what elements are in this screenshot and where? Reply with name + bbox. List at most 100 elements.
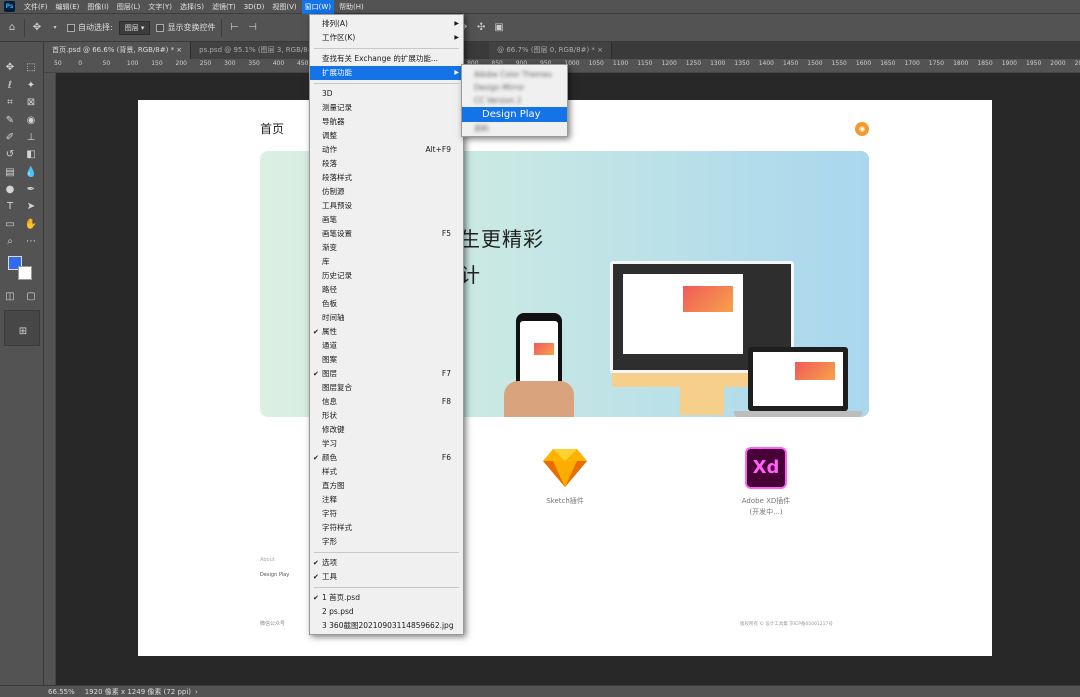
- auto-select-toggle[interactable]: 自动选择:: [67, 22, 113, 33]
- window-menu-item[interactable]: 直方图: [310, 479, 463, 493]
- window-menu-item[interactable]: 图案: [310, 353, 463, 367]
- window-menu-item[interactable]: 排列(A) ▶: [310, 17, 463, 31]
- zoom-level[interactable]: 66.55%: [48, 688, 75, 696]
- window-menu-item[interactable]: 工具预设: [310, 199, 463, 213]
- extension-menu-item[interactable]: Design Mirror: [462, 81, 567, 95]
- menu-view[interactable]: 视图(V): [269, 0, 299, 14]
- menu-type[interactable]: 文字(Y): [145, 0, 175, 14]
- window-menu-item[interactable]: 仿制源: [310, 185, 463, 199]
- eyedropper-icon[interactable]: ✎: [3, 114, 17, 128]
- window-menu-item[interactable]: 历史记录: [310, 269, 463, 283]
- extension-menu-item[interactable]: CC Version 2: [462, 94, 567, 108]
- window-menu-item[interactable]: 段落样式: [310, 171, 463, 185]
- chevron-right-icon[interactable]: ›: [195, 688, 198, 696]
- window-menu-item[interactable]: 形状: [310, 409, 463, 423]
- window-menu-item[interactable]: 渐变: [310, 241, 463, 255]
- tab-third[interactable]: @ 66.7% (图层 0, RGB/8#) * ×: [489, 42, 612, 59]
- window-menu-item[interactable]: 样式: [310, 465, 463, 479]
- extension-menu-item[interactable]: 资料: [462, 122, 567, 136]
- home-icon[interactable]: ⌂: [6, 22, 18, 34]
- footer-link[interactable]: Design Play: [260, 572, 289, 578]
- menu-file[interactable]: 文件(F): [21, 0, 51, 14]
- more-tools-icon[interactable]: ⋯: [24, 235, 38, 249]
- window-menu-item[interactable]: 3 360截图20210903114859662.jpg: [310, 619, 463, 633]
- crop-tool-icon[interactable]: ⌗: [3, 96, 17, 110]
- menu-edit[interactable]: 编辑(E): [53, 0, 83, 14]
- menu-window[interactable]: 窗口(W): [301, 0, 335, 14]
- shape-tool-icon[interactable]: ▭: [3, 218, 17, 232]
- 3d-slide-icon[interactable]: ✣: [475, 22, 487, 34]
- panel-icon[interactable]: ⊞: [16, 325, 30, 339]
- frame-tool-icon[interactable]: ⊠: [24, 96, 38, 110]
- window-menu-item[interactable]: ✔ 颜色 F6: [310, 451, 463, 465]
- move-tool-icon[interactable]: ✥: [3, 61, 17, 75]
- marquee-tool-icon[interactable]: ⬚: [24, 61, 38, 75]
- history-brush-icon[interactable]: ↺: [3, 148, 17, 162]
- tab-home-psd[interactable]: 首页.psd @ 66.6% (背景, RGB/8#) * ×: [44, 42, 192, 59]
- window-menu-item[interactable]: ✔ 1 首页.psd: [310, 591, 463, 605]
- window-menu-item[interactable]: 段落: [310, 157, 463, 171]
- window-menu-item[interactable]: 修改键: [310, 423, 463, 437]
- window-menu-item[interactable]: ✔ 图层 F7: [310, 367, 463, 381]
- window-menu-item[interactable]: 动作 Alt+F9: [310, 143, 463, 157]
- menu-image[interactable]: 图像(I): [84, 0, 112, 14]
- window-menu-item[interactable]: ✔ 工具: [310, 570, 463, 584]
- gradient-tool-icon[interactable]: ▤: [3, 166, 17, 180]
- window-menu-item[interactable]: 扩展功能 ▶: [310, 66, 463, 80]
- path-select-icon[interactable]: ➤: [24, 200, 38, 214]
- stamp-tool-icon[interactable]: ⊥: [24, 131, 38, 145]
- menu-3d[interactable]: 3D(D): [241, 0, 268, 14]
- chevron-down-icon[interactable]: ▾: [49, 22, 61, 34]
- window-menu-item[interactable]: 画笔: [310, 213, 463, 227]
- align-center-icon[interactable]: ⊣: [246, 22, 258, 34]
- show-transform-toggle[interactable]: 显示变换控件: [156, 22, 215, 33]
- window-menu-item[interactable]: 字形: [310, 535, 463, 549]
- pen-tool-icon[interactable]: ✒: [24, 183, 38, 197]
- magic-wand-icon[interactable]: ✦: [24, 79, 38, 93]
- window-menu-item[interactable]: 图层复合: [310, 381, 463, 395]
- menu-help[interactable]: 帮助(H): [336, 0, 367, 14]
- window-menu-item[interactable]: 库: [310, 255, 463, 269]
- auto-select-dropdown[interactable]: 图层 ▾: [118, 20, 151, 35]
- window-menu-item[interactable]: 通道: [310, 339, 463, 353]
- 3d-scale-icon[interactable]: ▣: [493, 22, 505, 34]
- window-menu-item[interactable]: 字符: [310, 507, 463, 521]
- move-tool-icon[interactable]: ✥: [31, 22, 43, 34]
- window-menu-item[interactable]: 3D: [310, 87, 463, 101]
- window-menu-item[interactable]: 查找有关 Exchange 的扩展功能...: [310, 52, 463, 66]
- hand-tool-icon[interactable]: ✋: [24, 218, 38, 232]
- menu-layer[interactable]: 图层(L): [114, 0, 143, 14]
- menu-filter[interactable]: 滤镜(T): [209, 0, 239, 14]
- eraser-tool-icon[interactable]: ◧: [24, 148, 38, 162]
- menu-select[interactable]: 选择(S): [177, 0, 207, 14]
- lasso-tool-icon[interactable]: ℓ: [3, 79, 17, 93]
- window-menu-item[interactable]: 导航器: [310, 115, 463, 129]
- window-menu-item[interactable]: 画笔设置 F5: [310, 227, 463, 241]
- background-color-swatch[interactable]: [18, 266, 32, 280]
- dodge-tool-icon[interactable]: ●: [3, 183, 17, 197]
- blur-tool-icon[interactable]: 💧: [24, 166, 38, 180]
- window-menu-item[interactable]: 路径: [310, 283, 463, 297]
- window-menu-item[interactable]: ✔ 选项: [310, 556, 463, 570]
- auto-select-checkbox[interactable]: [67, 23, 75, 32]
- window-menu-item[interactable]: 学习: [310, 437, 463, 451]
- extension-menu-item[interactable]: Adobe Color Themes: [462, 68, 567, 82]
- window-menu-item[interactable]: 注释: [310, 493, 463, 507]
- type-tool-icon[interactable]: T: [3, 200, 17, 214]
- window-menu-item[interactable]: 工作区(K) ▶: [310, 31, 463, 45]
- zoom-tool-icon[interactable]: ⌕: [3, 235, 17, 249]
- window-menu-item[interactable]: 字符样式: [310, 521, 463, 535]
- brush-tool-icon[interactable]: ✐: [3, 131, 17, 145]
- quick-mask-icon[interactable]: ◫: [3, 290, 17, 304]
- window-menu-item[interactable]: 信息 F8: [310, 395, 463, 409]
- window-menu-item[interactable]: 测量记录: [310, 101, 463, 115]
- spot-heal-icon[interactable]: ◉: [24, 114, 38, 128]
- window-menu-item[interactable]: 2 ps.psd: [310, 605, 463, 619]
- window-menu-item[interactable]: 时间轴: [310, 311, 463, 325]
- screen-mode-icon[interactable]: ▢: [24, 290, 38, 304]
- window-menu-item[interactable]: ✔ 属性: [310, 325, 463, 339]
- extension-menu-item[interactable]: Design Play: [462, 107, 567, 122]
- align-left-icon[interactable]: ⊢: [228, 22, 240, 34]
- show-transform-checkbox[interactable]: [156, 23, 165, 32]
- document-info[interactable]: 1920 像素 x 1249 像素 (72 ppi): [85, 687, 191, 697]
